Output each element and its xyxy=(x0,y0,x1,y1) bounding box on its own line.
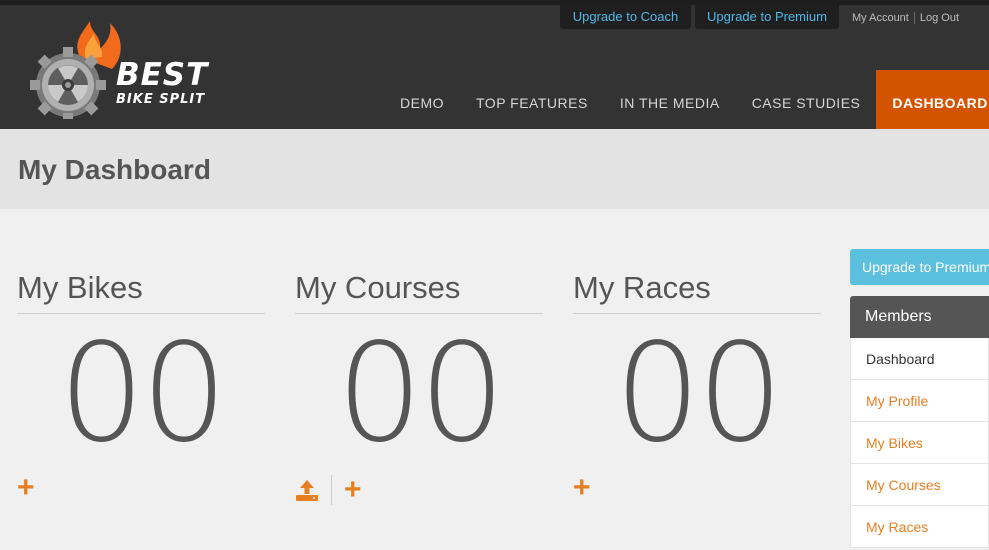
site-logo[interactable]: BEST BIKE SPLIT xyxy=(28,19,238,119)
divider xyxy=(913,12,915,25)
my-bikes-actions: + xyxy=(17,473,35,503)
main-nav: DEMO TOP FEATURES IN THE MEDIA CASE STUD… xyxy=(384,70,989,134)
my-races-actions: + xyxy=(573,473,591,503)
add-bike-plus-icon[interactable]: + xyxy=(17,473,35,503)
members-menu: Dashboard My Profile My Bikes My Courses… xyxy=(850,338,989,548)
my-bikes-count: 00 xyxy=(58,315,227,473)
upgrade-to-premium-link[interactable]: Upgrade to Premium xyxy=(695,5,839,29)
my-account-link[interactable]: My Account xyxy=(852,12,909,24)
sidebar-item-my-races[interactable]: My Races xyxy=(850,506,989,548)
my-races-count: 00 xyxy=(614,315,783,473)
nav-top-features[interactable]: TOP FEATURES xyxy=(460,70,604,134)
sidebar-item-my-bikes[interactable]: My Bikes xyxy=(850,422,989,464)
sidebar-item-my-profile[interactable]: My Profile xyxy=(850,380,989,422)
my-courses-count: 00 xyxy=(336,315,505,473)
my-courses-heading: My Courses xyxy=(295,270,543,314)
my-courses-actions: + xyxy=(295,475,362,505)
members-heading: Members xyxy=(850,296,989,338)
logo-text-bike-split: BIKE SPLIT xyxy=(116,92,206,107)
my-races-heading: My Races xyxy=(573,270,821,314)
my-races-panel: My Races 00 + xyxy=(573,270,821,503)
page-title-bar: My Dashboard xyxy=(0,129,989,209)
account-links: My Account Log Out xyxy=(852,12,959,25)
nav-demo[interactable]: DEMO xyxy=(384,70,460,134)
upgrade-to-coach-link[interactable]: Upgrade to Coach xyxy=(560,5,691,29)
page-title: My Dashboard xyxy=(18,154,211,185)
my-courses-panel: My Courses 00 + xyxy=(295,270,543,505)
my-bikes-panel: My Bikes 00 + xyxy=(17,270,265,503)
my-bikes-heading: My Bikes xyxy=(17,270,265,314)
add-race-plus-icon[interactable]: + xyxy=(573,473,591,503)
logo-text-best: BEST xyxy=(116,57,209,93)
nav-case-studies[interactable]: CASE STUDIES xyxy=(736,70,877,134)
action-divider xyxy=(331,475,332,505)
sidebar-item-dashboard[interactable]: Dashboard xyxy=(850,338,989,380)
sidebar-upgrade-premium-button[interactable]: Upgrade to Premium xyxy=(850,249,989,285)
nav-dashboard[interactable]: DASHBOARD xyxy=(876,70,989,134)
sidebar-item-my-courses[interactable]: My Courses xyxy=(850,464,989,506)
log-out-link[interactable]: Log Out xyxy=(920,12,959,24)
nav-in-the-media[interactable]: IN THE MEDIA xyxy=(604,70,736,134)
upload-course-icon[interactable] xyxy=(295,478,319,502)
add-course-plus-icon[interactable]: + xyxy=(344,475,362,505)
site-header: Upgrade to Coach Upgrade to Premium My A… xyxy=(0,0,989,134)
